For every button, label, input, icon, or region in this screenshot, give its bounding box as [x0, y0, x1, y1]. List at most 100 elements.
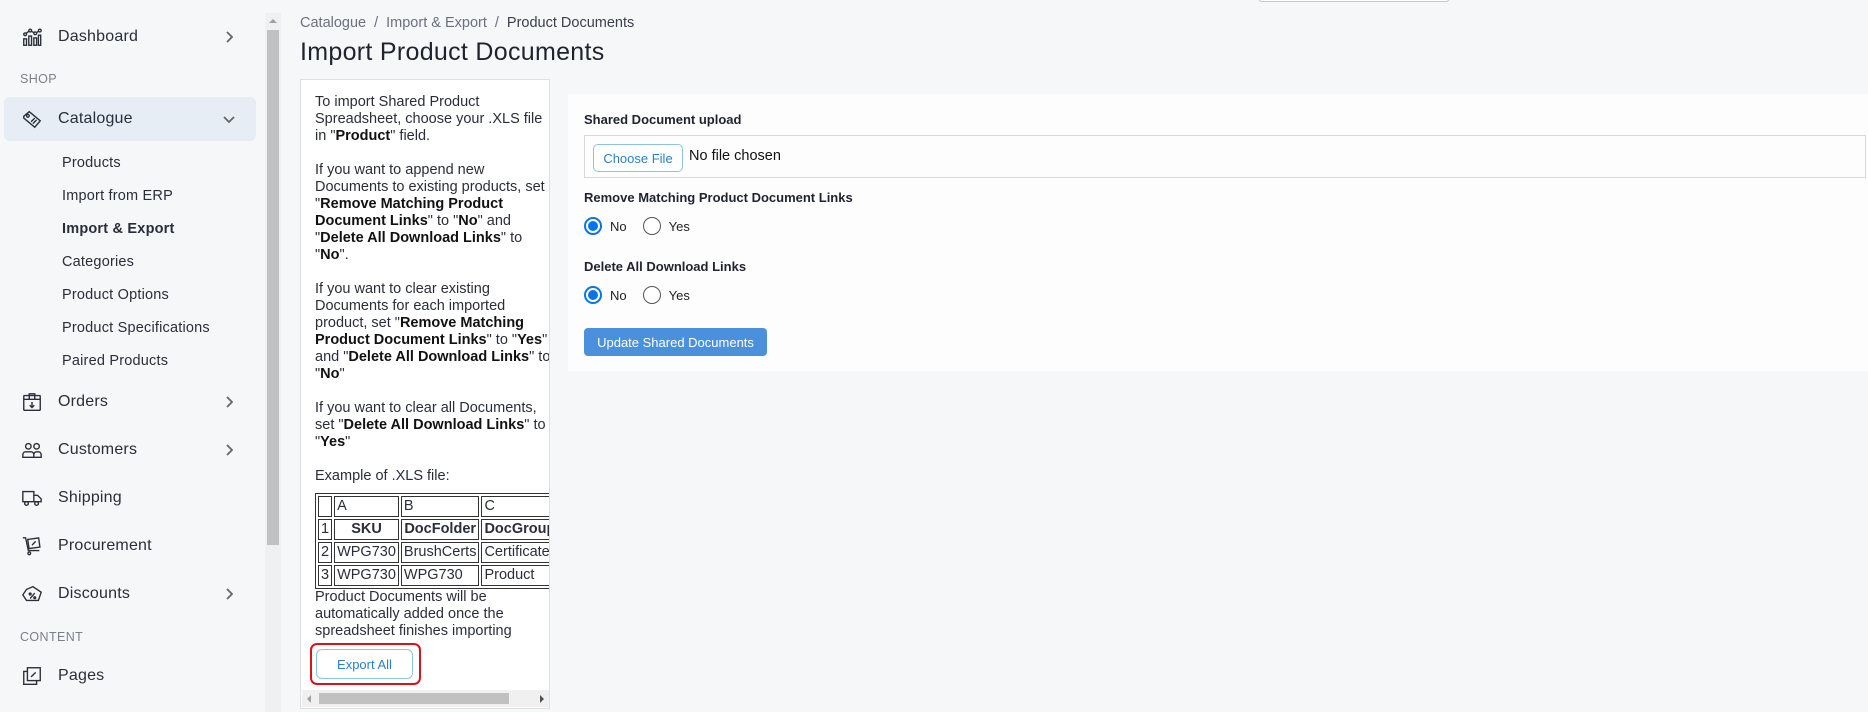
delete-links-label: Delete All Download Links [584, 259, 747, 274]
radio-label: Yes [668, 218, 690, 234]
table-cell [318, 496, 333, 517]
file-input[interactable]: Choose File No file chosen [584, 135, 1866, 178]
radio-label: No [610, 218, 627, 234]
instruction-paragraph: If you want to clear existing Documents … [315, 281, 550, 382]
sidebar-sub-product-options[interactable]: Product Options [62, 287, 169, 303]
nav-label: Discounts [58, 585, 131, 602]
instruction-paragraph: If you want to append new Documents to e… [315, 162, 545, 263]
update-shared-documents-button[interactable]: Update Shared Documents [584, 328, 767, 356]
chevron-right-icon [222, 395, 236, 409]
sidebar-sub-paired-products[interactable]: Paired Products [62, 353, 168, 369]
table-cell: 1 [318, 519, 333, 540]
example-label: Example of .XLS file: [315, 468, 450, 484]
chevron-right-icon [222, 587, 236, 601]
sidebar: Dashboard SHOP Catalogue Products Import… [0, 0, 265, 712]
chevron-right-icon [222, 443, 236, 457]
section-label-content: CONTENT [20, 630, 84, 644]
table-cell: BrushCerts [400, 542, 480, 563]
table-cell: SKU [334, 519, 399, 540]
sidebar-sub-product-specifications[interactable]: Product Specifications [62, 320, 210, 336]
nav-item-discounts[interactable]: Discounts [4, 572, 256, 616]
table-row: 1 SKU DocFolder DocGroupT [318, 519, 549, 540]
nav-item-pages[interactable]: Pages [4, 654, 256, 698]
table-cell: DocGroupT [481, 519, 549, 540]
example-xls-table: A B C 1 SKU DocFolder DocGroupT 2 WPG730… [315, 493, 549, 589]
remove-links-yes-radio[interactable] [642, 217, 661, 235]
nav-label: Dashboard [58, 28, 139, 45]
table-cell: Certificate [481, 542, 549, 563]
remove-links-no-radio[interactable] [584, 217, 602, 235]
upload-form: Shared Document upload Choose File No fi… [568, 94, 1868, 371]
import-note: Product Documents will be automatically … [315, 589, 512, 639]
sidebar-sub-import-from-erp[interactable]: Import from ERP [62, 188, 173, 204]
breadcrumb-separator: / [374, 15, 379, 31]
sidebar-sub-import-export[interactable]: Import & Export [62, 221, 175, 237]
chart-icon [20, 25, 44, 49]
breadcrumb-separator: / [494, 15, 499, 31]
breadcrumb-import-export[interactable]: Import & Export [386, 15, 487, 31]
file-status: No file chosen [689, 148, 781, 164]
nav-label: Catalogue [58, 110, 133, 127]
delete-links-no-radio[interactable] [584, 286, 602, 304]
nav-item-orders[interactable]: Orders [4, 380, 256, 424]
breadcrumb-catalogue[interactable]: Catalogue [300, 15, 366, 31]
radio-label: Yes [668, 287, 690, 303]
table-cell: Product [481, 565, 549, 586]
delete-links-yes-radio[interactable] [642, 286, 661, 304]
table-cell: 3 [318, 565, 333, 586]
nav-item-procurement[interactable]: Procurement [4, 524, 256, 568]
nav-label: Customers [58, 441, 138, 458]
table-cell: 2 [318, 542, 333, 563]
sidebar-sub-products[interactable]: Products [62, 155, 121, 171]
scroll-left-arrow-icon[interactable] [307, 695, 311, 703]
table-cell: WPG730 [334, 565, 399, 586]
chevron-down-icon [222, 112, 236, 126]
search-input[interactable] [1258, 0, 1450, 2]
cart-icon [20, 534, 44, 558]
scrollbar-thumb[interactable] [267, 30, 279, 545]
nav-label: Pages [58, 667, 105, 684]
users-icon [20, 438, 44, 462]
truck-icon [20, 486, 44, 510]
table-row: 3 WPG730 WPG730 Product [318, 565, 549, 586]
table-cell: C [481, 496, 549, 517]
upload-label: Shared Document upload [584, 112, 742, 127]
discount-icon [20, 582, 44, 606]
horizontal-scrollbar[interactable] [302, 690, 549, 707]
nav-item-shipping[interactable]: Shipping [4, 476, 256, 520]
table-cell: B [400, 496, 480, 517]
instructions-panel: To import Shared Product Spreadsheet, ch… [300, 79, 550, 709]
table-row: 2 WPG730 BrushCerts Certificate [318, 542, 549, 563]
radio-label: No [610, 287, 627, 303]
section-label-shop: SHOP [20, 72, 58, 86]
nav-item-dashboard[interactable]: Dashboard [4, 15, 256, 59]
instruction-paragraph: To import Shared Product Spreadsheet, ch… [315, 94, 543, 144]
box-icon [20, 390, 44, 414]
remove-links-label: Remove Matching Product Document Links [584, 190, 853, 205]
table-cell: A [334, 496, 399, 517]
table-cell: WPG730 [334, 542, 399, 563]
nav-label: Shipping [58, 489, 122, 506]
page-title: Import Product Documents [300, 38, 605, 66]
sidebar-sub-categories[interactable]: Categories [62, 254, 134, 270]
table-header-row: A B C [318, 496, 549, 517]
nav-label: Orders [58, 393, 109, 410]
vertical-scrollbar[interactable] [265, 13, 281, 712]
pages-icon [20, 664, 44, 688]
delete-links-radio-group: No Yes [584, 286, 706, 304]
scroll-right-arrow-icon[interactable] [540, 695, 544, 703]
nav-item-catalogue[interactable]: Catalogue [4, 97, 256, 141]
export-all-button[interactable]: Export All [316, 649, 413, 679]
chevron-right-icon [222, 30, 236, 44]
breadcrumb-product-documents: Product Documents [506, 15, 635, 31]
table-cell: WPG730 [400, 565, 480, 586]
choose-file-button[interactable]: Choose File [593, 144, 683, 172]
breadcrumb: Catalogue / Import & Export / Product Do… [300, 15, 634, 31]
nav-label: Procurement [58, 537, 152, 554]
nav-item-customers[interactable]: Customers [4, 428, 256, 472]
scrollbar-thumb[interactable] [319, 693, 509, 704]
remove-links-radio-group: No Yes [584, 217, 706, 235]
instruction-paragraph: If you want to clear all Documents, set … [315, 400, 546, 450]
tag-icon [20, 107, 44, 131]
scroll-up-arrow-icon[interactable] [269, 19, 277, 23]
